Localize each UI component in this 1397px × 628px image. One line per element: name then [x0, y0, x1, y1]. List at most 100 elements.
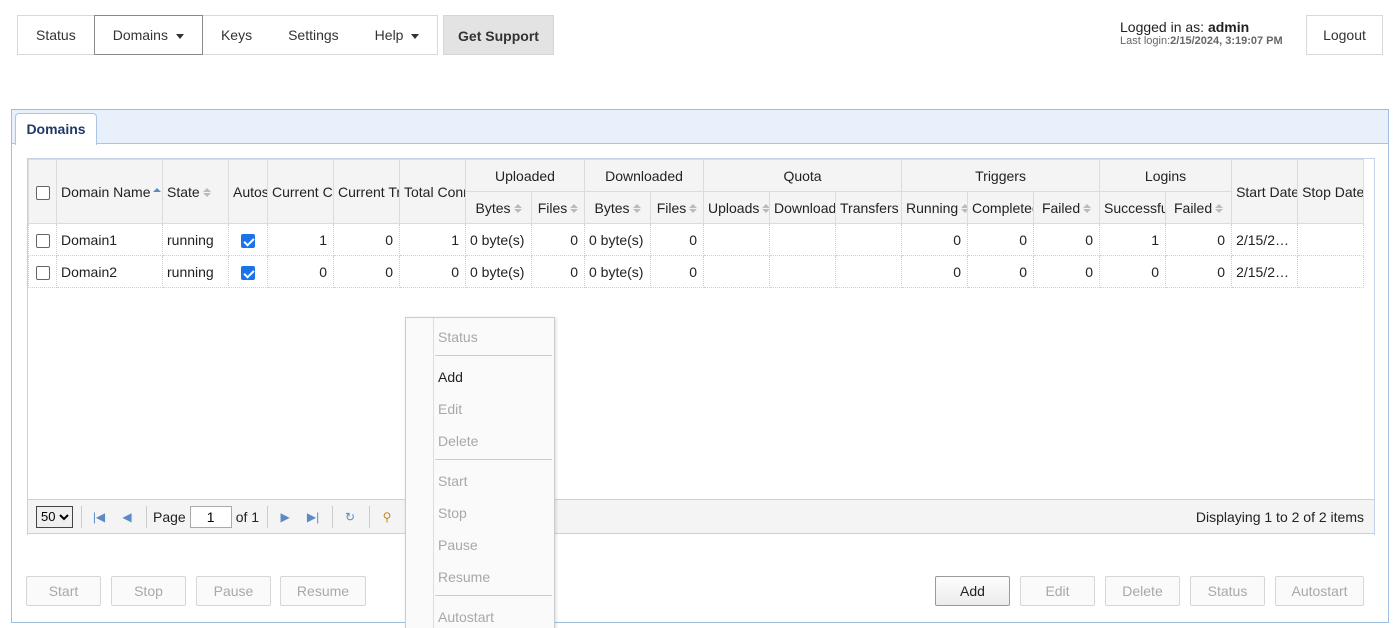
autostart-checkbox[interactable]	[241, 265, 255, 280]
cell: 1	[1099, 223, 1167, 256]
col-domain-name[interactable]: Domain Name	[56, 159, 163, 224]
divider	[267, 505, 269, 528]
cell: 0 byte(s)	[465, 223, 532, 256]
next-page-icon[interactable]: ▶	[274, 510, 296, 524]
cell	[769, 223, 836, 256]
group-logins: Logins	[1099, 159, 1233, 192]
col-current-connections[interactable]: Current Connections	[267, 159, 334, 224]
cell	[769, 255, 836, 288]
get-support-button[interactable]: Get Support	[443, 15, 554, 55]
divider	[81, 505, 82, 528]
row-checkbox[interactable]	[35, 233, 50, 248]
col-autostart[interactable]: Autostart	[228, 159, 268, 224]
nav-keys[interactable]: Keys	[203, 16, 270, 54]
col-up-files[interactable]: Files	[531, 191, 585, 224]
col-stop-date[interactable]: Stop Date	[1297, 159, 1365, 224]
sort-icon	[513, 203, 522, 214]
last-page-icon[interactable]: ▶|	[302, 510, 324, 524]
autostart-button[interactable]: Autostart	[1275, 576, 1364, 606]
menu-divider	[435, 355, 552, 356]
col-trig-completed[interactable]: Completed	[967, 191, 1035, 224]
autostart-checkbox[interactable]	[241, 233, 255, 248]
col-login-failed[interactable]: Failed	[1165, 191, 1233, 224]
logout-button[interactable]: Logout	[1306, 15, 1383, 55]
menu-item-pause[interactable]: Pause	[438, 537, 478, 553]
menu-item-edit[interactable]: Edit	[438, 401, 462, 417]
nav-status[interactable]: Status	[18, 16, 94, 54]
login-info: Logged in as: admin Last login:2/15/2024…	[1120, 20, 1283, 47]
cell: 0	[1165, 223, 1233, 256]
col-quota-uploads[interactable]: Uploads	[703, 191, 770, 224]
pager: 50 |◀ ◀ Page of 1 ▶ ▶| ↻ ⚲ Displaying 1 …	[27, 499, 1375, 534]
sort-icon	[1215, 203, 1224, 214]
col-total-connections[interactable]: Total Connections	[399, 159, 466, 224]
group-quota: Quota	[702, 159, 903, 192]
menu-item-delete[interactable]: Delete	[438, 433, 478, 449]
col-current-transfers[interactable]: Current Transfers	[333, 159, 400, 224]
cell	[1297, 223, 1365, 256]
col-up-bytes[interactable]: Bytes	[465, 191, 532, 224]
pause-button[interactable]: Pause	[196, 576, 271, 606]
page-input[interactable]	[189, 505, 232, 528]
cell: 0	[1165, 255, 1233, 288]
menu-item-autostart[interactable]: Autostart	[438, 609, 494, 625]
domain-name-cell: Domain2	[56, 255, 163, 288]
nav-settings[interactable]: Settings	[270, 16, 357, 54]
col-quota-downloads[interactable]: Downloads	[769, 191, 836, 224]
sort-icon	[961, 203, 967, 214]
col-down-bytes[interactable]: Bytes	[584, 191, 651, 224]
stop-button[interactable]: Stop	[111, 576, 186, 606]
nav-settings-label: Settings	[288, 27, 339, 43]
menu-item-resume[interactable]: Resume	[438, 569, 490, 585]
delete-button[interactable]: Delete	[1105, 576, 1180, 606]
nav-help[interactable]: Help	[357, 16, 438, 54]
menu-item-stop[interactable]: Stop	[438, 505, 467, 521]
nav-status-label: Status	[36, 27, 76, 43]
col-trig-running[interactable]: Running	[901, 191, 969, 224]
page-label: Page	[153, 508, 186, 525]
cell: 0 byte(s)	[465, 255, 532, 288]
search-icon[interactable]: ⚲	[376, 510, 398, 524]
menu-item-add[interactable]: Add	[438, 369, 463, 385]
cell: 0	[333, 255, 400, 288]
sort-icon	[689, 203, 698, 214]
last-login-prefix: Last login:	[1120, 35, 1171, 47]
table-row[interactable]: Domain1 running 1 0 1 0 byte(s) 0 0 byte…	[28, 223, 1365, 256]
tab-domains[interactable]: Domains	[15, 113, 97, 145]
page-size-select[interactable]: 50	[36, 505, 73, 528]
table-row[interactable]: Domain2 running 0 0 0 0 byte(s) 0 0 byte…	[28, 255, 1365, 288]
refresh-icon[interactable]: ↻	[339, 510, 361, 524]
start-button[interactable]: Start	[26, 576, 101, 606]
context-menu: Status Add Edit Delete Start Stop Pause …	[405, 317, 555, 628]
nav-domains[interactable]: Domains	[93, 15, 203, 55]
col-down-files[interactable]: Files	[650, 191, 704, 224]
col-state[interactable]: State	[162, 159, 229, 224]
state-cell: running	[162, 255, 229, 288]
divider	[146, 505, 147, 528]
col-start-date[interactable]: Start Date	[1231, 159, 1299, 224]
cell: 0 byte(s)	[584, 255, 651, 288]
cell: 0	[1033, 223, 1101, 256]
menu-item-start[interactable]: Start	[438, 473, 468, 489]
cell: 0	[267, 255, 334, 288]
col-login-successful[interactable]: Successful	[1099, 191, 1167, 224]
menu-gutter	[433, 318, 434, 628]
login-user: admin	[1207, 19, 1250, 35]
menu-item-status[interactable]: Status	[438, 329, 478, 345]
select-all-header[interactable]	[28, 159, 57, 224]
select-all-checkbox[interactable]	[35, 185, 50, 200]
row-checkbox[interactable]	[35, 265, 50, 280]
cell: 0	[399, 255, 466, 288]
add-button[interactable]: Add	[935, 576, 1010, 606]
col-trig-failed[interactable]: Failed	[1033, 191, 1101, 224]
col-quota-transfers[interactable]: Transfers	[834, 191, 903, 224]
resume-button[interactable]: Resume	[280, 576, 366, 606]
prev-page-icon[interactable]: ◀	[116, 510, 138, 524]
cell	[834, 255, 903, 288]
edit-button[interactable]: Edit	[1020, 576, 1095, 606]
cell: 1	[267, 223, 334, 256]
cell: 0	[967, 223, 1035, 256]
first-page-icon[interactable]: |◀	[88, 510, 110, 524]
last-login-value: 2/15/2024, 3:19:07 PM	[1170, 35, 1283, 47]
status-button[interactable]: Status	[1190, 576, 1265, 606]
